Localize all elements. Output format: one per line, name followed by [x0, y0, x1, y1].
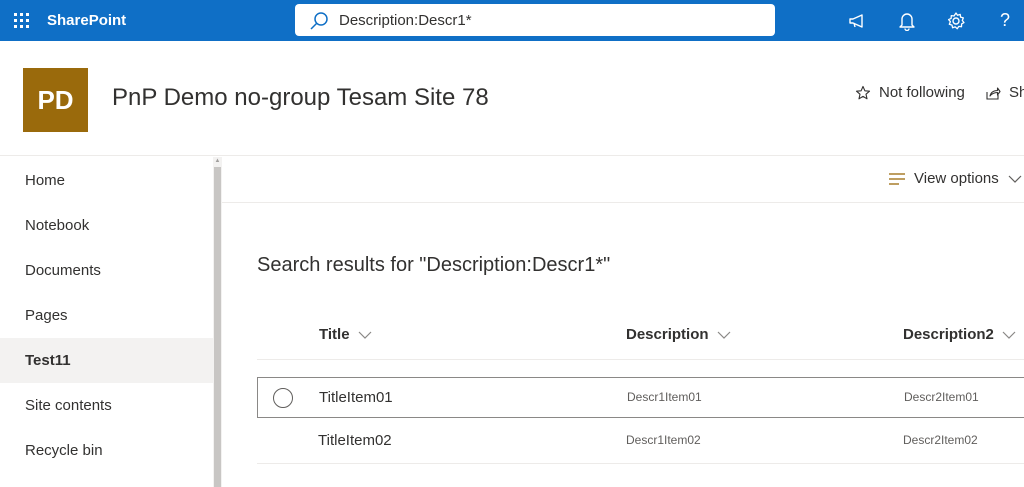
nav-item-notebook[interactable]: Notebook: [0, 203, 213, 248]
nav-item-documents[interactable]: Documents: [0, 248, 213, 293]
search-box[interactable]: [295, 4, 775, 36]
row-description: Descr1Item02: [626, 433, 701, 447]
nav-item-recycle-bin[interactable]: Recycle bin: [0, 428, 213, 473]
help-icon: ?: [999, 10, 1010, 30]
nav-item-pages[interactable]: Pages: [0, 293, 213, 338]
app-launcher-icon: [13, 13, 29, 28]
header-divider: [257, 359, 1024, 360]
megaphone-icon: [849, 13, 863, 28]
chevron-down-icon: [1002, 331, 1016, 339]
share-button[interactable]: Share: [985, 84, 1024, 101]
column-header-description2[interactable]: Description2: [903, 326, 1016, 343]
search-icon: [310, 12, 328, 30]
search-results-heading: Search results for "Description:Descr1*": [257, 254, 611, 276]
suite-bar: SharePoint ?: [0, 0, 1024, 41]
nav-scrollbar[interactable]: ▲: [213, 157, 222, 487]
column-header-label: Description: [626, 326, 709, 343]
follow-label: Not following: [879, 84, 965, 101]
chevron-down-icon: [717, 331, 730, 339]
help-button[interactable]: ?: [985, 0, 1024, 41]
row-description2: Descr2Item01: [904, 390, 979, 404]
share-icon: [986, 86, 1001, 100]
column-header-description[interactable]: Description: [626, 326, 731, 343]
star-icon: [855, 85, 871, 99]
share-label: Share: [1009, 84, 1024, 101]
follow-button[interactable]: Not following: [855, 84, 965, 101]
site-logo[interactable]: PD: [23, 68, 88, 132]
row-title[interactable]: TitleItem01: [319, 389, 393, 406]
app-launcher-button[interactable]: [0, 0, 30, 41]
column-header-label: Description2: [903, 326, 994, 343]
view-options-button[interactable]: View options: [888, 170, 1022, 187]
site-title[interactable]: PnP Demo no-group Tesam Site 78: [112, 84, 489, 112]
column-header-label: Title: [319, 326, 350, 343]
gear-icon: [947, 11, 965, 29]
row-title[interactable]: TitleItem02: [318, 432, 392, 449]
left-navigation: Home Notebook Documents Pages Test11 Sit…: [0, 157, 222, 487]
table-row[interactable]: TitleItem02 Descr1Item02 Descr2Item02: [257, 421, 1024, 462]
column-header-title[interactable]: Title: [319, 326, 372, 343]
scrollbar-thumb[interactable]: [214, 167, 221, 487]
nav-item-home[interactable]: Home: [0, 158, 213, 203]
site-header: PD PnP Demo no-group Tesam Site 78 Not f…: [0, 41, 1024, 156]
row-divider: [257, 463, 1024, 464]
sharepoint-brand-link[interactable]: SharePoint: [47, 0, 126, 41]
table-row[interactable]: TitleItem01 Descr1Item01 Descr2Item01: [257, 377, 1024, 418]
nav-item-site-contents[interactable]: Site contents: [0, 383, 213, 428]
search-input[interactable]: [339, 4, 759, 36]
row-description: Descr1Item01: [627, 390, 702, 404]
view-options-icon: [889, 172, 905, 185]
settings-button[interactable]: [936, 0, 976, 41]
nav-item-test11[interactable]: Test11: [0, 338, 213, 383]
notifications-button[interactable]: [887, 0, 927, 41]
chevron-down-icon: [358, 331, 372, 339]
bell-icon: [899, 12, 915, 31]
command-bar: View options: [222, 157, 1024, 203]
row-select-radio[interactable]: [273, 388, 293, 408]
view-options-label: View options: [914, 170, 999, 187]
chevron-down-icon: [1008, 175, 1022, 183]
scroll-up-icon[interactable]: ▲: [214, 157, 221, 165]
row-description2: Descr2Item02: [903, 433, 978, 447]
feedback-button[interactable]: [838, 0, 878, 41]
